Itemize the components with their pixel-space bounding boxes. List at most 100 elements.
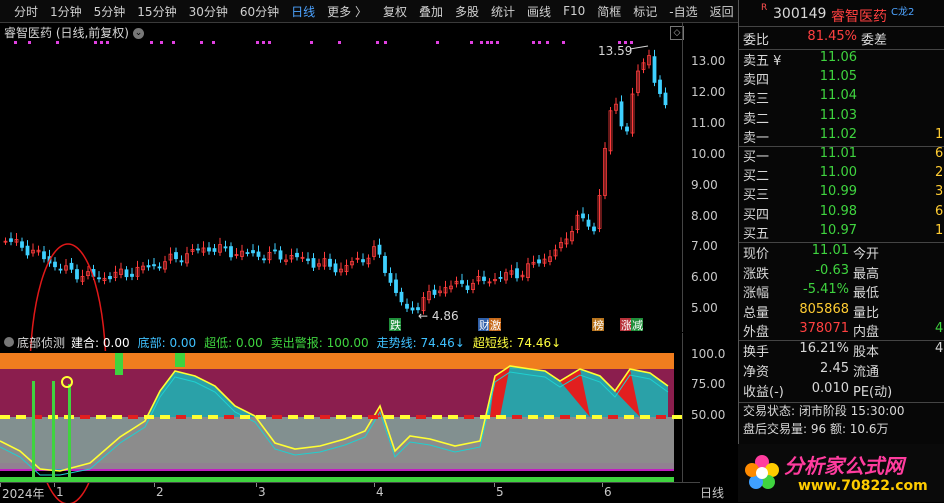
quote-stat-row: 总量 805868 量比: [739, 302, 944, 322]
quote-stat-row: 现价 11.01 今开: [739, 243, 944, 263]
candle-body: [179, 260, 184, 263]
bid-row-volume: 1: [935, 222, 944, 238]
tab-fenshi[interactable]: 分时: [8, 3, 44, 20]
back-button[interactable]: 返回: [704, 3, 740, 20]
bid-row[interactable]: 买三 10.99 3: [739, 184, 944, 204]
indicator-value: 卖出警报: 100.00: [270, 335, 369, 350]
candlestick-chart[interactable]: 13.59 ← 4.86 跌 财激 榜 涨减: [0, 22, 682, 503]
bid-row[interactable]: 买一 11.01 6: [739, 146, 944, 166]
candle-body: [619, 101, 624, 127]
candle-body: [58, 268, 63, 271]
ask-row[interactable]: 卖一 11.02 11: [739, 127, 944, 147]
indicator-value: 超短线: 74.46↓: [472, 335, 562, 350]
bid-row-label: 买一: [743, 150, 770, 165]
tab-daily[interactable]: 日线: [285, 3, 321, 20]
bid-row-volume: 3: [935, 184, 944, 200]
collapse-icon[interactable]: [4, 337, 14, 347]
ask-row[interactable]: 卖五 ¥ 11.06: [739, 50, 944, 70]
marker-dot: [480, 41, 483, 44]
event-tag-text: 减: [632, 319, 643, 332]
fundamental-row-value: 16.21%: [799, 341, 849, 356]
date-tick-label: 4: [376, 485, 384, 499]
tab-15min[interactable]: 15分钟: [131, 3, 182, 20]
ask-row-label: 卖三: [743, 92, 770, 108]
candle-body: [515, 268, 519, 279]
marker-dot: [200, 41, 203, 44]
bid-row[interactable]: 买四 10.98 6: [739, 204, 944, 224]
candle-body: [97, 277, 101, 280]
fundamental-row-right-value: 4: [935, 341, 944, 356]
marker-dot: [562, 41, 565, 44]
threshold-dash: [656, 415, 666, 419]
high-price-label: 13.59: [598, 44, 632, 58]
watermark-logo: 分析家公式网 www.70822.com: [738, 444, 944, 502]
ask-row-price: 11.03: [819, 107, 857, 123]
candle-body: [251, 250, 255, 254]
bid-row-label: 买四: [743, 207, 770, 223]
tab-5min[interactable]: 5分钟: [88, 3, 132, 20]
candle-body: [410, 307, 415, 311]
sell-alert-bar: [115, 353, 123, 375]
candle-body: [658, 79, 662, 94]
statistics-button[interactable]: 统计: [485, 3, 521, 20]
bid-row[interactable]: 买二 11.00 28: [739, 165, 944, 185]
bid-row-price: 10.99: [819, 184, 857, 200]
marker-dot: [212, 41, 215, 44]
chevron-down-icon[interactable]: ⌄: [133, 28, 144, 39]
quote-stat-row: 外盘 378071 内盘 42: [739, 321, 944, 341]
restore-rights-button[interactable]: 复权: [377, 3, 413, 20]
price-axis: 13.00 12.00 11.00 10.00 9.00 8.00 7.00 6.00 5.00: [682, 22, 738, 332]
watermark-name: 分析家公式网: [784, 454, 904, 478]
quote-stat-row-label: 涨跌: [743, 266, 770, 282]
fundamental-row-value: 2.45: [820, 361, 849, 376]
multi-stock-button[interactable]: 多股: [449, 3, 485, 20]
bid-row[interactable]: 买五 10.97 1: [739, 223, 944, 243]
indicator-chart[interactable]: [0, 351, 682, 482]
candle-body: [223, 246, 228, 249]
tab-60min[interactable]: 60分钟: [234, 3, 285, 20]
marker-dot: [338, 41, 341, 44]
tab-30min[interactable]: 30分钟: [183, 3, 234, 20]
mark-button[interactable]: 标记: [627, 3, 663, 20]
bid-row-label: 买三: [743, 188, 770, 204]
simple-frame-button[interactable]: 简框: [591, 3, 627, 20]
threshold-dash: [144, 415, 154, 419]
candle-body: [652, 56, 657, 83]
date-tick-label: 3: [258, 485, 266, 499]
ask-row[interactable]: 卖四 11.05: [739, 69, 944, 89]
quote-stat-row-right-label: 内盘: [853, 325, 880, 340]
marker-dot: [100, 41, 103, 44]
indicator-name[interactable]: 底部侦测: [17, 334, 65, 351]
draw-line-button[interactable]: 画线: [521, 3, 557, 20]
ask-row[interactable]: 卖二 11.03: [739, 108, 944, 128]
f10-button[interactable]: F10: [557, 4, 591, 18]
fundamental-row-label: 收益(-): [743, 385, 784, 400]
chart-title-text: 睿智医药 (日线,前复权): [4, 26, 129, 40]
tab-more[interactable]: 更多 〉: [321, 3, 373, 20]
event-tag-text: 财: [479, 318, 490, 332]
fundamental-row: 收益(-) 0.010 PE(动): [739, 381, 944, 401]
date-tick: [0, 483, 1, 487]
candle-body: [75, 269, 79, 280]
ask-row[interactable]: 卖三 11.04: [739, 88, 944, 108]
marker-dot: [496, 41, 499, 44]
bid-row-price: 10.98: [819, 203, 857, 219]
quote-stat-row-right-label: 最高: [853, 266, 880, 282]
ask-row-volume: 11: [935, 126, 944, 142]
price-tick-label: 7.00: [691, 239, 718, 254]
candle-body: [625, 126, 629, 132]
threshold-dash: [336, 415, 346, 419]
tab-1min[interactable]: 1分钟: [44, 3, 88, 20]
date-tick-label: 6: [604, 485, 612, 499]
marker-dot: [268, 41, 271, 44]
price-tick-label: 5.00: [691, 301, 718, 316]
stock-name: 睿智医药: [831, 9, 887, 25]
add-watchlist-button[interactable]: -自选: [663, 3, 703, 20]
trade-status: 交易状态: 闭市阶段 15:30:00: [739, 402, 944, 422]
marker-dot: [160, 41, 163, 44]
webi-row: 委比 81.45% 委差: [739, 29, 944, 49]
overlay-button[interactable]: 叠加: [413, 3, 449, 20]
fundamental-row-right-label: PE(动): [853, 385, 893, 400]
marker-dot: [94, 41, 97, 44]
threshold-dash: [320, 415, 330, 419]
